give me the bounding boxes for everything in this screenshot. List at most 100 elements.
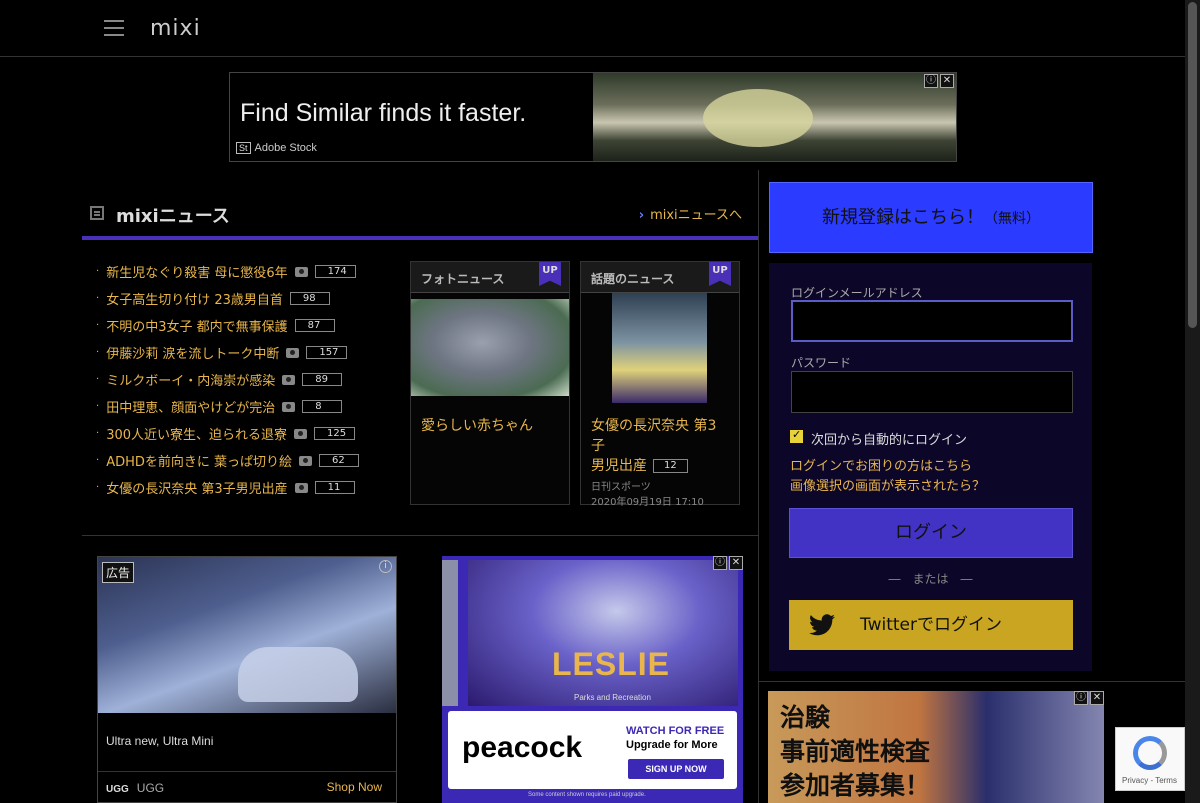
news-section-header: mixiニュース mixiニュースへ	[82, 196, 758, 240]
camera-icon	[294, 482, 308, 493]
camera-icon	[294, 428, 308, 439]
photo-news-caption[interactable]: 愛らしい赤ちゃん	[411, 416, 543, 436]
news-item-title[interactable]: ミルクボーイ・内海崇が感染	[106, 370, 275, 389]
password-label: パスワード	[791, 356, 852, 370]
news-item[interactable]: · 300人近い寮生、迫られる退寮 125	[96, 420, 396, 447]
ad-line2: 事前適性検査	[780, 737, 931, 766]
login-button[interactable]: ログイン	[789, 508, 1073, 558]
comment-count: 174	[314, 265, 356, 278]
image-selection-help-link[interactable]: 画像選択の画面が表示されたら？	[790, 475, 985, 494]
news-item[interactable]: · 不明の中3女子 都内で無事保護 87	[96, 312, 396, 339]
news-item[interactable]: · 新生児なぐり殺害 母に懲役6年 174	[96, 258, 396, 285]
site-logo[interactable]: mixi	[150, 16, 201, 41]
topic-news-card[interactable]: 話題のニュース UP 女優の長沢奈央 第3子 男児出産 12 日刊スポーツ 202…	[580, 261, 740, 508]
camera-icon	[282, 374, 296, 385]
bullet-icon: ·	[96, 320, 100, 331]
ad-line3: 参加者募集！	[780, 771, 931, 800]
ad-show-title: LESLIE	[552, 646, 671, 682]
bullet-icon: ·	[96, 293, 100, 304]
email-field[interactable]	[791, 300, 1073, 342]
peacock-ad[interactable]: LESLIE Parks and Recreation peacock WATC…	[442, 556, 743, 803]
register-label: 新規登録はこちら！	[822, 207, 984, 228]
register-button[interactable]: 新規登録はこちら！（無料）	[769, 182, 1093, 253]
recaptcha-badge[interactable]: Privacy - Terms	[1115, 727, 1185, 791]
ad-show-subtitle: Parks and Recreation	[574, 693, 651, 702]
news-item-title[interactable]: ADHDを前向きに 葉っぱ切り絵	[106, 451, 292, 470]
news-item[interactable]: · ADHDを前向きに 葉っぱ切り絵 62	[96, 447, 396, 474]
recaptcha-links[interactable]: Privacy - Terms	[1122, 776, 1177, 785]
newspaper-icon	[90, 206, 104, 220]
news-item-title[interactable]: 女子高生切り付け 23歳男自首	[106, 289, 283, 308]
comment-count: 8	[302, 400, 343, 413]
page-scrollbar[interactable]	[1185, 0, 1200, 803]
ad-watch-text: WATCH FOR FREE	[626, 725, 725, 737]
news-item-title[interactable]: 新生児なぐり殺害 母に懲役6年	[106, 262, 287, 281]
login-help-link[interactable]: ログインでお困りの方はこちら	[790, 455, 972, 474]
news-item-title[interactable]: 田中理恵、顔面やけどが完治	[106, 397, 275, 416]
news-title: mixiニュース	[116, 206, 230, 227]
topic-caption-text: 男児出産	[591, 458, 647, 474]
news-item[interactable]: · 女子高生切り付け 23歳男自首 98	[96, 285, 396, 312]
bullet-icon: ·	[96, 347, 100, 358]
ad-image	[593, 73, 956, 161]
twitter-login-button[interactable]: Twitterでログイン	[789, 600, 1073, 650]
ad-poster-image	[468, 560, 738, 706]
ad-info-icon[interactable]: ⓘ	[924, 74, 938, 88]
ad-controls: ⓘ ✕	[1074, 691, 1104, 705]
camera-icon	[294, 266, 308, 277]
ad-close-icon[interactable]: ✕	[729, 556, 743, 570]
top-banner-ad[interactable]: Find Similar finds it faster. St Adobe S…	[229, 72, 957, 162]
news-item-title[interactable]: 300人近い寮生、迫られる退寮	[106, 424, 287, 443]
topic-photo[interactable]	[612, 293, 707, 403]
email-label: ログインメールアドレス	[791, 286, 923, 300]
ad-close-icon[interactable]: ✕	[1090, 691, 1104, 705]
topic-caption-line1[interactable]: 女優の長沢奈央 第3子	[581, 416, 739, 456]
comment-count: 157	[306, 346, 348, 359]
ugg-brand-name: UGG	[136, 781, 165, 795]
remember-label[interactable]: 次回から自動的にログイン	[811, 429, 967, 448]
news-list: · 新生児なぐり殺害 母に懲役6年 174 · 女子高生切り付け 23歳男自首 98 · 不明…	[96, 258, 396, 501]
news-item-title[interactable]: 不明の中3女子 都内で無事保護	[106, 316, 287, 335]
ad-fine-print: Some content shown requires paid upgrade…	[528, 792, 646, 798]
sign-up-button[interactable]: SIGN UP NOW	[628, 759, 724, 779]
ad-controls: ⓘ ✕	[924, 74, 954, 88]
ugg-logo-icon: UGG	[106, 784, 129, 795]
bullet-icon: ·	[96, 266, 100, 277]
ad-close-icon[interactable]: ✕	[940, 74, 954, 88]
ugg-ad[interactable]: 広告 i Ultra new, Ultra Mini UGG UGG Shop N…	[97, 556, 397, 803]
hamburger-icon[interactable]	[104, 20, 124, 38]
news-item[interactable]: · 女優の長沢奈央 第3子男児出産 11	[96, 474, 396, 501]
ad-info-icon[interactable]: i	[379, 560, 392, 573]
ugg-brand: UGG UGG	[106, 781, 164, 795]
kitten-photo[interactable]	[411, 299, 569, 396]
photo-news-title: フォトニュース	[421, 272, 505, 286]
ad-headline: Find Similar finds it faster.	[240, 99, 527, 127]
news-item[interactable]: · 田中理恵、顔面やけどが完治 8	[96, 393, 396, 420]
comment-count: 125	[314, 427, 356, 440]
bullet-icon: ·	[96, 401, 100, 412]
camera-icon	[299, 455, 313, 466]
bullet-icon: ·	[96, 455, 100, 466]
ad-info-icon[interactable]: ⓘ	[713, 556, 727, 570]
news-item-title[interactable]: 女優の長沢奈央 第3子男児出産	[106, 478, 287, 497]
photo-news-card[interactable]: フォトニュース UP 愛らしい赤ちゃん	[410, 261, 570, 505]
bullet-icon: ·	[96, 428, 100, 439]
topic-caption-line2[interactable]: 男児出産 12	[581, 456, 739, 476]
password-field[interactable]	[791, 371, 1073, 413]
clinical-trial-ad[interactable]: 治験 事前適性検査 参加者募集！ ⓘ ✕	[768, 691, 1104, 803]
ugg-ad-footer: UGG UGG Shop Now	[98, 771, 396, 803]
scrollbar-thumb[interactable]	[1188, 2, 1197, 328]
news-item-title[interactable]: 伊藤沙莉 涙を流しトーク中断	[106, 343, 279, 362]
twitter-icon	[809, 614, 835, 636]
twitter-login-label: Twitterでログイン	[860, 615, 1002, 635]
comment-count: 62	[319, 454, 360, 467]
login-panel: ログインメールアドレス パスワード 次回から自動的にログイン ログインでお困りの…	[769, 263, 1092, 671]
news-item[interactable]: · 伊藤沙莉 涙を流しトーク中断 157	[96, 339, 396, 366]
news-more-link[interactable]: mixiニュースへ	[639, 204, 742, 223]
news-item[interactable]: · ミルクボーイ・内海崇が感染 89	[96, 366, 396, 393]
remember-checkbox[interactable]	[790, 428, 803, 443]
shop-now-button[interactable]: Shop Now	[327, 780, 382, 794]
ad-side-image	[442, 560, 458, 706]
divider	[759, 681, 1185, 682]
ad-info-icon[interactable]: ⓘ	[1074, 691, 1088, 705]
